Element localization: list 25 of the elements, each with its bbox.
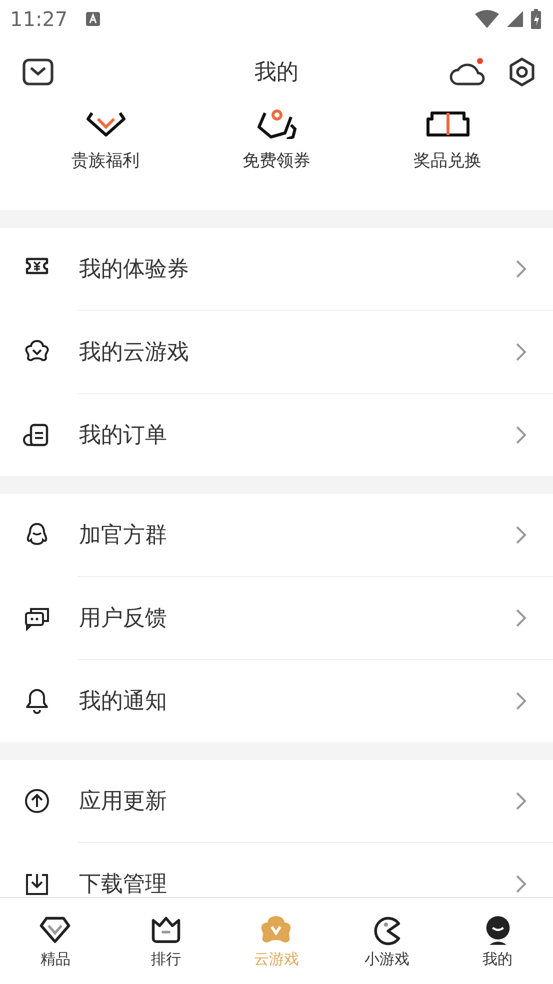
chevron-icon (515, 791, 527, 811)
chevron-icon (515, 259, 527, 279)
chevron-icon (515, 425, 527, 445)
chevron-icon (515, 691, 527, 711)
nav-tab[interactable]: 排行 (120, 898, 211, 984)
battery-icon (531, 9, 541, 29)
chevron-icon (515, 342, 527, 362)
chevron-icon (515, 525, 527, 545)
status-time: 11:27 (10, 7, 68, 31)
nav-tab[interactable]: 精品 (10, 898, 100, 984)
page-title: 我的 (254, 58, 298, 86)
nav-tab[interactable]: 我的 (452, 898, 543, 984)
wifi-icon (475, 10, 499, 28)
chevron-icon (515, 608, 527, 628)
mail-icon[interactable] (22, 58, 54, 86)
quick-action[interactable]: 奖品兑换 (388, 105, 508, 210)
quick-action[interactable]: 免费领券 (216, 105, 336, 210)
signal-icon (507, 11, 523, 27)
upload-icon (22, 786, 52, 816)
chevron-icon (515, 874, 527, 894)
settings-icon[interactable] (507, 56, 537, 86)
quick-action[interactable]: 贵族福利 (46, 105, 166, 210)
keyboard-icon (86, 12, 100, 26)
nav-tab[interactable]: 小游戏 (342, 898, 432, 984)
cloud-icon[interactable] (449, 56, 487, 86)
